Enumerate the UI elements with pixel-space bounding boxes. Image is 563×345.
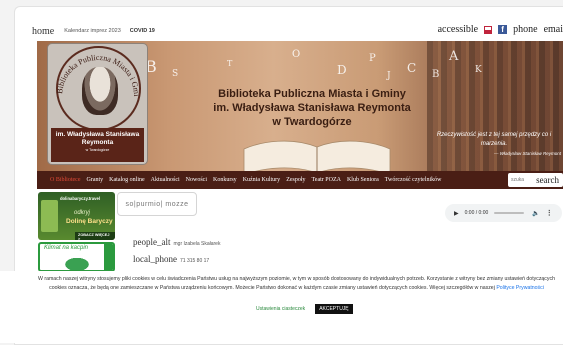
nav-item-news[interactable]: Aktualności bbox=[151, 177, 180, 183]
flying-letter: J bbox=[387, 71, 391, 81]
accept-cookies-button[interactable]: AKCEPTUJĘ bbox=[315, 304, 353, 314]
play-icon[interactable]: ▶ bbox=[454, 210, 459, 217]
plaque-line3: w Twardogórze bbox=[85, 148, 110, 152]
partner-logo-box[interactable]: so|purmio| mozze bbox=[117, 192, 197, 216]
nav-item-grants[interactable]: Granty bbox=[87, 177, 104, 183]
banner1-button[interactable]: ZOBACZ WIĘCEJ > bbox=[75, 232, 115, 240]
library-title-line1: Biblioteka Publiczna Miasta i Gminy bbox=[218, 88, 406, 100]
flying-letter: D bbox=[337, 63, 347, 77]
library-title-line2: im. Władysława Stanisława Reymonta bbox=[213, 102, 411, 114]
banner2-text: Klimat na kacpin bbox=[44, 245, 89, 251]
dolina-baryczy-banner[interactable]: dolinabaryczy.travel odkryj Dolinę Baryc… bbox=[38, 192, 115, 240]
open-book-illustration bbox=[243, 140, 391, 171]
nav-item-theatre[interactable]: Teatr POZA bbox=[312, 177, 341, 183]
flying-letter: P bbox=[369, 53, 376, 64]
reymont-quote: Rzeczywistość jest z tej samej przędzy c… bbox=[427, 131, 561, 158]
cookie-message: W ramach naszej witryny stosujemy pliki … bbox=[30, 275, 563, 293]
nav-item-contests[interactable]: Konkursy bbox=[213, 177, 237, 183]
flying-letter: A bbox=[449, 49, 459, 64]
phone-icon: local_phone bbox=[133, 254, 177, 264]
nav-item-readers[interactable]: Twórczość czytelników bbox=[385, 177, 442, 183]
plaque-line1: im. Władysława Stanisława bbox=[55, 131, 140, 138]
contact-phone-number[interactable]: 71 315 80 17 bbox=[180, 258, 209, 264]
nav-item-about[interactable]: O Bibliotece bbox=[50, 177, 81, 183]
nav-item-seniors[interactable]: Klub Seniora bbox=[347, 177, 379, 183]
search-input[interactable]: szuka bbox=[511, 177, 524, 183]
library-title: Biblioteka Publiczna Miasta i Gminy im. … bbox=[192, 87, 432, 129]
cookie-message-text: W ramach naszej witryny stosujemy pliki … bbox=[38, 276, 555, 291]
privacy-policy-link[interactable]: Polityce Prywatności bbox=[496, 285, 544, 291]
email-link[interactable]: emai bbox=[544, 24, 563, 35]
nav-item-forge[interactable]: Kuźnia Kultury bbox=[243, 177, 281, 183]
quote-author: — Władysław Stanisław Reymont bbox=[493, 151, 561, 156]
quote-text: Rzeczywistość jest z tej samej przędzy c… bbox=[436, 132, 552, 147]
facebook-icon[interactable]: f bbox=[498, 25, 508, 34]
contact-person-name: mgr Izabela Skałarek bbox=[173, 241, 221, 247]
cookie-buttons: Ustawienia ciasteczek AKCEPTUJĘ bbox=[256, 304, 353, 314]
home-link[interactable]: home bbox=[32, 26, 54, 37]
reymont-portrait bbox=[82, 67, 118, 115]
contact-person: people_alt mgr Izabela Skałarek bbox=[133, 237, 220, 247]
audio-player[interactable]: ▶ 0:00 / 0:00 🔈 ⋮ bbox=[445, 204, 562, 222]
phone-link[interactable]: phone bbox=[513, 24, 537, 35]
library-logo[interactable]: Biblioteka Publiczna Miasta i Gminy im. … bbox=[47, 43, 148, 165]
flying-letter: K bbox=[475, 65, 482, 75]
accessible-link[interactable]: accessible bbox=[438, 24, 479, 35]
people-icon: people_alt bbox=[133, 237, 171, 247]
cookie-banner: W ramach naszej witryny stosujemy pliki … bbox=[0, 271, 563, 343]
turtle-icon bbox=[62, 256, 92, 270]
volume-icon[interactable]: 🔈 bbox=[532, 210, 539, 217]
nav-item-new-books[interactable]: Nowości bbox=[186, 177, 207, 183]
climate-banner[interactable]: Klimat na kacpin bbox=[38, 242, 115, 272]
flying-letter: T bbox=[227, 59, 233, 68]
banner-photo bbox=[41, 200, 58, 232]
nav-item-catalog[interactable]: Katalog online bbox=[109, 177, 145, 183]
library-title-line3: w Twardogórze bbox=[272, 116, 352, 128]
banner1-tagline: odkryj bbox=[74, 210, 91, 216]
main-nav: O Bibliotece Granty Katalog online Aktua… bbox=[37, 171, 563, 189]
more-options-icon[interactable]: ⋮ bbox=[546, 209, 553, 217]
contact-phone: local_phone 71 315 80 17 bbox=[133, 254, 209, 264]
plaque-line2: Reymonta bbox=[81, 139, 114, 146]
top-bar-right: accessible f phone emai bbox=[438, 24, 563, 35]
banner1-name: Dolinę Baryczy bbox=[66, 218, 113, 225]
search-box[interactable]: szuka search bbox=[508, 173, 563, 187]
cookie-settings-link[interactable]: Ustawienia ciasteczek bbox=[256, 306, 305, 312]
banner1-site: dolinabaryczy.travel bbox=[60, 196, 100, 201]
nav-item-bands[interactable]: Zespoły bbox=[286, 177, 305, 183]
audio-progress-slider[interactable] bbox=[494, 212, 525, 214]
banner2-side-bar bbox=[104, 244, 113, 270]
flying-letter: C bbox=[407, 61, 417, 75]
calendar-link[interactable]: Kalendarz imprez 2023 bbox=[64, 28, 121, 34]
flying-letter: S bbox=[172, 69, 179, 79]
covid-link[interactable]: COVID 19 bbox=[130, 28, 155, 34]
language-flag-icon[interactable] bbox=[484, 25, 493, 34]
flying-letter: O bbox=[292, 49, 301, 60]
audio-time: 0:00 / 0:00 bbox=[464, 210, 489, 216]
search-icon[interactable]: search bbox=[536, 175, 559, 185]
logo-plaque: im. Władysława Stanisława Reymonta w Twa… bbox=[51, 128, 144, 162]
flying-letter: B bbox=[432, 69, 440, 80]
